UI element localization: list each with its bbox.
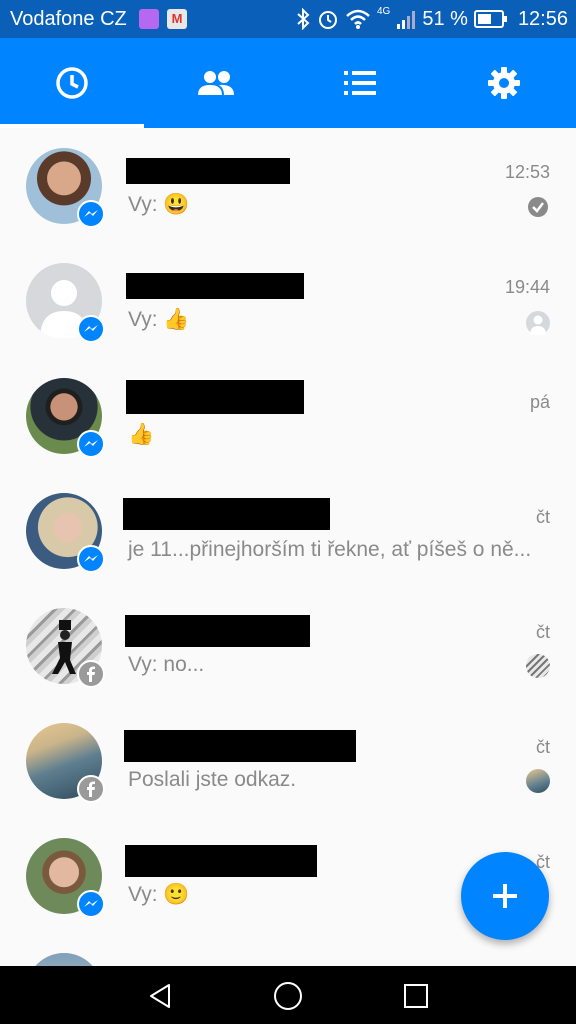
message-preview: Vy: no...: [128, 653, 205, 676]
message-preview: je 11...přinejhorším ti řekne, ať píšeš …: [128, 538, 532, 561]
clock-time: 12:56: [517, 7, 568, 30]
recents-button[interactable]: [396, 976, 436, 1016]
redacted-contact-name: [124, 730, 356, 762]
messenger-badge-icon: [77, 315, 105, 343]
alarm-icon: [319, 11, 337, 29]
battery-icon: [473, 10, 507, 28]
conversation-row[interactable]: 👍 pá: [0, 358, 576, 473]
conversation-row[interactable]: [0, 933, 576, 966]
redacted-contact-name: [126, 273, 304, 299]
message-preview: 👍: [128, 423, 155, 446]
gallery-notification-icon: [139, 9, 159, 29]
tab-recent[interactable]: [0, 38, 144, 128]
seen-avatar-icon: [526, 654, 550, 678]
tab-bar: [0, 38, 576, 128]
conversation-row[interactable]: Poslali jste odkaz. čt: [0, 703, 576, 818]
messenger-badge-icon: [77, 890, 105, 918]
tab-groups[interactable]: [288, 38, 432, 128]
people-icon: [198, 71, 234, 95]
bluetooth-icon: [297, 8, 310, 30]
conversation-row[interactable]: Vy: 👍 19:44: [0, 243, 576, 358]
message-time: čt: [535, 622, 550, 642]
conversation-row[interactable]: Vy: 😃 12:53: [0, 128, 576, 243]
plus-icon: [493, 884, 517, 908]
message-time: pá: [529, 392, 550, 412]
redacted-contact-name: [125, 845, 317, 877]
tab-settings[interactable]: [432, 38, 576, 128]
wifi-icon: [346, 9, 370, 29]
home-button[interactable]: [268, 976, 308, 1016]
message-time: 19:44: [504, 277, 550, 297]
avatar: [26, 953, 102, 966]
signal-icon: [397, 11, 416, 29]
redacted-contact-name: [126, 380, 304, 414]
seen-avatar-icon: [526, 311, 550, 335]
recents-icon: [404, 984, 428, 1008]
redacted-contact-name: [125, 615, 310, 647]
home-icon: [274, 982, 302, 1010]
gear-icon: [488, 67, 520, 99]
gmail-notification-icon: M: [167, 9, 187, 29]
back-button[interactable]: [140, 976, 180, 1016]
message-time: čt: [535, 737, 550, 757]
network-type: 4G: [377, 6, 391, 17]
navigation-bar: [0, 966, 576, 1024]
redacted-contact-name: [126, 158, 290, 184]
message-preview: Vy: 👍: [128, 308, 190, 331]
conversation-list[interactable]: Vy: 😃 12:53 Vy: 👍 19:44 👍 pá je 11...při…: [0, 128, 576, 966]
new-message-button[interactable]: [461, 852, 549, 940]
conversation-row[interactable]: je 11...přinejhorším ti řekne, ať píšeš …: [0, 473, 576, 588]
facebook-badge-icon: [77, 660, 105, 688]
clock-icon: [56, 67, 88, 99]
facebook-badge-icon: [77, 775, 105, 803]
back-icon: [150, 984, 170, 1008]
messenger-badge-icon: [77, 200, 105, 228]
redacted-contact-name: [123, 498, 330, 530]
messenger-badge-icon: [77, 545, 105, 573]
message-preview: Poslali jste odkaz.: [128, 768, 297, 791]
seen-avatar-icon: [526, 769, 550, 793]
message-preview: Vy: 🙂: [128, 883, 190, 906]
list-icon: [344, 71, 376, 95]
message-time: 12:53: [504, 162, 550, 182]
message-time: čt: [535, 507, 550, 527]
tab-people[interactable]: [144, 38, 288, 128]
message-preview: Vy: 😃: [128, 193, 190, 216]
battery-percent: 51 %: [422, 7, 468, 30]
conversation-row[interactable]: Vy: no... čt: [0, 588, 576, 703]
sent-check-icon: [528, 197, 548, 217]
messenger-badge-icon: [77, 430, 105, 458]
carrier-name: Vodafone CZ: [10, 8, 127, 30]
status-bar: Vodafone CZ M 4G 51 % 12:56: [0, 0, 576, 38]
